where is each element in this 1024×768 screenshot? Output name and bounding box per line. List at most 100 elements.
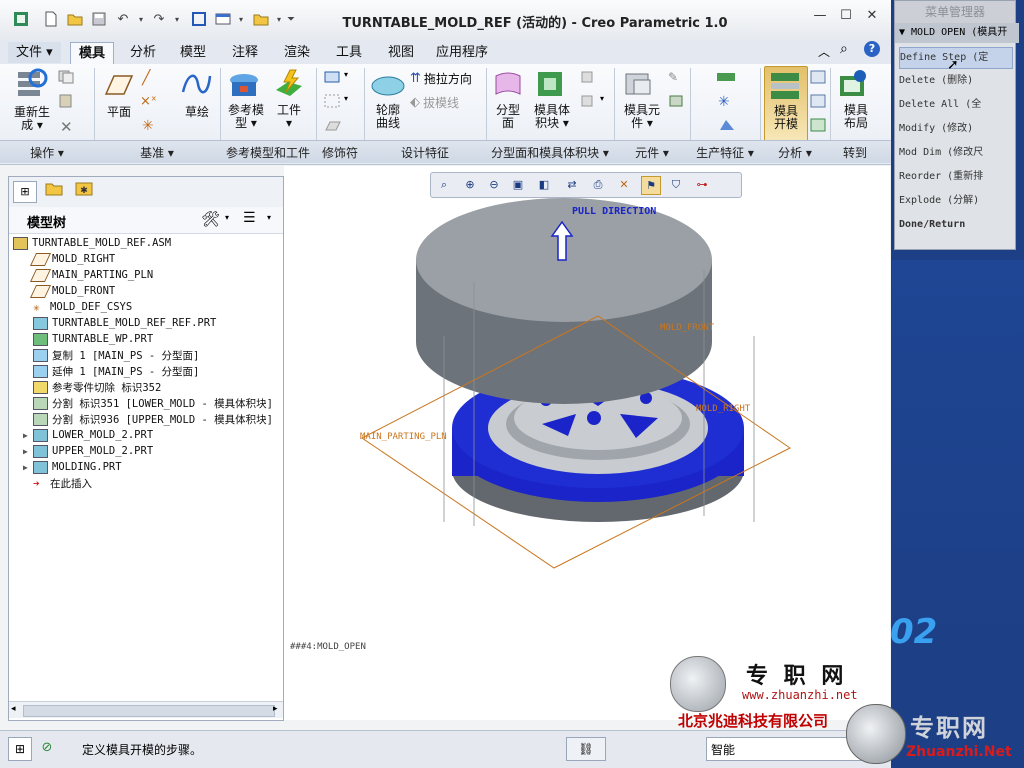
group-datum[interactable]: 基准 ▾: [94, 144, 220, 161]
tab-applications[interactable]: 应用程序: [428, 42, 496, 63]
menu-item[interactable]: Explode (分解): [899, 191, 1011, 211]
reference-model-button[interactable]: 参考模 型 ▾: [226, 68, 266, 130]
plane-button[interactable]: 平面: [102, 68, 136, 119]
tab-annotate[interactable]: 注释: [224, 42, 266, 63]
modifier-block-icon[interactable]: [324, 118, 342, 135]
component-tool-2-icon[interactable]: [668, 94, 684, 111]
group-production[interactable]: 生产特征 ▾: [690, 144, 760, 161]
mold-open-button[interactable]: 模具 开模: [764, 66, 808, 142]
pull-direction-button[interactable]: ⇈ 拖拉方向: [410, 70, 472, 87]
tree-item[interactable]: 复制 1 [MAIN_PS - 分型面]: [23, 347, 199, 363]
modifier-dropdown-icon[interactable]: ▾: [344, 70, 348, 79]
tree-item[interactable]: MAIN_PARTING_PLN: [23, 267, 153, 283]
folder-icon[interactable]: [252, 10, 270, 28]
analysis-tool-2-icon[interactable]: [810, 94, 826, 111]
minimize-button[interactable]: —: [809, 8, 831, 28]
menu-item[interactable]: Modify (修改): [899, 119, 1011, 139]
mold-volume-button[interactable]: 模具体 积块 ▾: [530, 68, 574, 130]
paste-icon[interactable]: [58, 94, 74, 111]
redo-icon[interactable]: ↷: [150, 10, 168, 28]
analysis-tool-3-icon[interactable]: [810, 118, 826, 135]
tree-item[interactable]: MOLD_FRONT: [23, 283, 115, 299]
group-operations[interactable]: 操作 ▾: [0, 144, 94, 161]
tree-item[interactable]: ▶ MOLDING.PRT: [23, 459, 122, 475]
customize-quick-access-icon[interactable]: ⏷: [282, 10, 300, 28]
tree-item[interactable]: TURNTABLE_MOLD_REF.ASM: [13, 235, 171, 251]
group-goto[interactable]: 转到: [830, 144, 880, 161]
draft-line-button[interactable]: ⬖ 拔模线: [410, 94, 459, 111]
tree-item[interactable]: 延伸 1 [MAIN_PS - 分型面]: [23, 363, 199, 379]
tree-item[interactable]: TURNTABLE_WP.PRT: [23, 331, 153, 347]
tree-item[interactable]: ➔ 在此插入: [23, 475, 92, 491]
scroll-thumb[interactable]: [23, 705, 275, 717]
tab-mold[interactable]: 模具: [70, 42, 115, 64]
tree-expand-icon[interactable]: ▶: [23, 463, 33, 472]
copy-icon[interactable]: [58, 70, 74, 87]
parting-surface-button[interactable]: 分型 面: [492, 68, 524, 130]
tree-show-dropdown-icon[interactable]: ▾: [267, 213, 271, 222]
help-icon[interactable]: ?: [864, 41, 880, 57]
graphics-window[interactable]: ⌕ ⊕ ⊖ ▣ ◧ ⇄ ⎙ ✕ ⚑ ⛉ ⊶ PULL DIRECTION MOL…: [284, 166, 890, 730]
close-button[interactable]: ✕: [861, 8, 883, 28]
tree-horizontal-scrollbar[interactable]: ◂ ▸: [9, 701, 283, 718]
model-tree-tab-icon[interactable]: ⊞: [13, 181, 37, 203]
undo-icon[interactable]: ↶: [114, 10, 132, 28]
tree-item[interactable]: ▶ LOWER_MOLD_2.PRT: [23, 427, 153, 443]
menu-item[interactable]: Delete (删除): [899, 71, 1011, 91]
tab-model[interactable]: 模型: [172, 42, 214, 63]
tree-item[interactable]: MOLD_RIGHT: [23, 251, 115, 267]
tree-item[interactable]: 分割 标识936 [UPPER_MOLD - 模具体积块]: [23, 411, 273, 427]
datum-axis-icon[interactable]: ╱: [142, 70, 150, 86]
tab-view[interactable]: 视图: [380, 42, 422, 63]
navigator-toggle-icon[interactable]: ⊞: [8, 737, 32, 761]
mold-open-menu-header[interactable]: ▼ MOLD OPEN (模具开: [895, 23, 1019, 43]
group-modifiers[interactable]: 修饰符: [316, 144, 364, 161]
mold-3d-view[interactable]: [284, 166, 890, 720]
save-icon[interactable]: [90, 10, 108, 28]
modifier-grid-dropdown-icon[interactable]: ▾: [344, 94, 348, 103]
volume-tool-icon[interactable]: [580, 70, 596, 87]
tree-item[interactable]: ✳ MOLD_DEF_CSYS: [23, 299, 132, 315]
open-folder-icon[interactable]: [66, 10, 84, 28]
volume-tool-dropdown-icon[interactable]: ▾: [600, 94, 604, 103]
group-components[interactable]: 元件 ▾: [614, 144, 690, 161]
menu-item[interactable]: Reorder (重新排: [899, 167, 1011, 187]
group-parting[interactable]: 分型面和模具体积块 ▾: [486, 144, 614, 161]
collapse-ribbon-icon[interactable]: ︿: [818, 43, 830, 60]
mold-component-button[interactable]: 模具元 件 ▾: [620, 68, 664, 130]
mold-layout-button[interactable]: 模具 布局: [836, 68, 876, 130]
tree-item[interactable]: 分割 标识351 [LOWER_MOLD - 模具体积块]: [23, 395, 273, 411]
menu-item[interactable]: Delete All (全: [899, 95, 1011, 115]
menu-item[interactable]: Mod Dim (修改尺: [899, 143, 1011, 163]
maximize-button[interactable]: ☐: [835, 8, 857, 28]
tab-render[interactable]: 渲染: [276, 42, 318, 63]
scroll-left-icon[interactable]: ◂: [11, 704, 16, 714]
windows-icon[interactable]: [214, 10, 232, 28]
datum-point-icon[interactable]: ×ˣ: [140, 94, 157, 109]
coordinate-system-icon[interactable]: ✳: [142, 118, 154, 134]
delete-icon[interactable]: ✕: [60, 118, 73, 136]
group-design-features[interactable]: 设计特征: [364, 144, 486, 161]
modifier-grid-icon[interactable]: [324, 94, 342, 111]
tab-file[interactable]: 文件 ▾: [8, 42, 61, 63]
tree-item[interactable]: TURNTABLE_MOLD_REF_REF.PRT: [23, 315, 216, 331]
new-file-icon[interactable]: [42, 10, 60, 28]
tree-item[interactable]: 参考零件切除 标识352: [23, 379, 161, 395]
done-return-menu-item[interactable]: Done/Return: [899, 215, 1011, 235]
production-feature-2-icon[interactable]: ✳: [718, 94, 730, 110]
redo-dropdown-icon[interactable]: ▾: [168, 10, 186, 28]
volume-tool-2-icon[interactable]: [580, 94, 596, 111]
production-feature-icon[interactable]: [716, 70, 736, 87]
production-feature-3-icon[interactable]: [718, 118, 736, 135]
undo-dropdown-icon[interactable]: ▾: [132, 10, 150, 28]
folder-browser-tab-icon[interactable]: [43, 181, 65, 201]
tree-expand-icon[interactable]: ▶: [23, 431, 33, 440]
tab-analysis[interactable]: 分析: [122, 42, 164, 63]
modifier-shape-icon[interactable]: [324, 70, 342, 87]
contour-curve-button[interactable]: 轮廓 曲线: [370, 68, 406, 130]
regenerate-button[interactable]: 重新生 成 ▾: [12, 68, 52, 132]
tree-settings-dropdown-icon[interactable]: ▾: [225, 213, 229, 222]
favorites-tab-icon[interactable]: ✱: [73, 181, 95, 201]
sketch-button[interactable]: 草绘: [180, 68, 214, 119]
tree-settings-icon[interactable]: 🛠: [201, 210, 220, 228]
